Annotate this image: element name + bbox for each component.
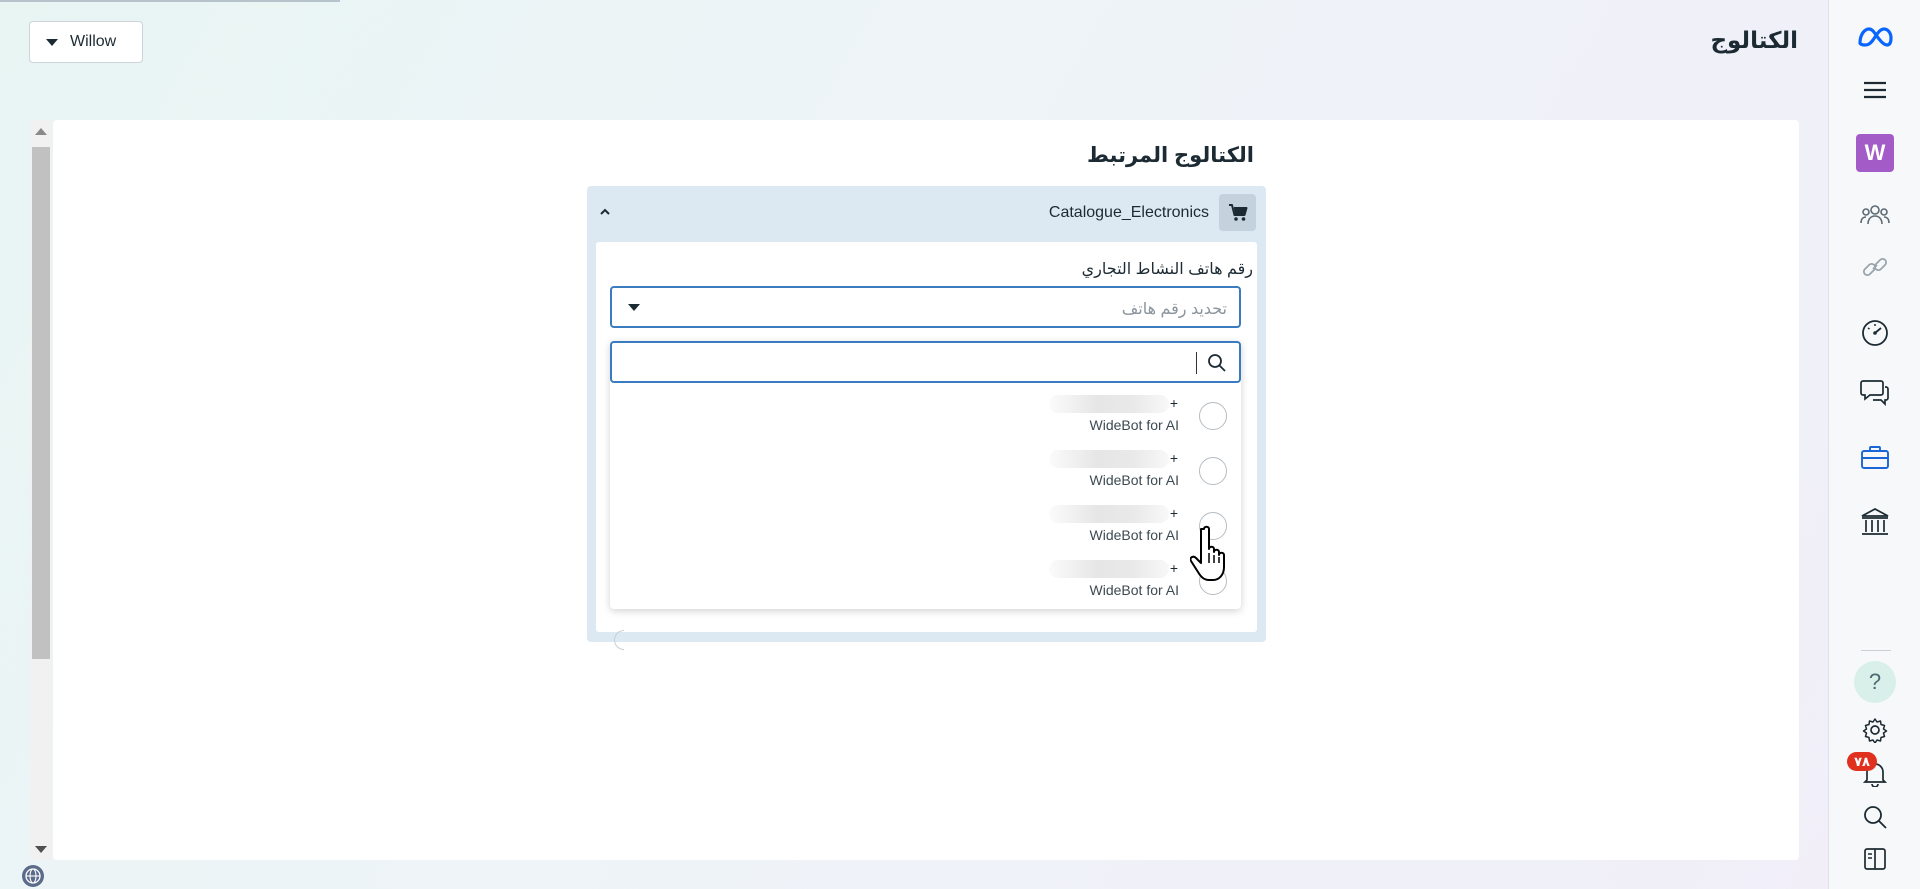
scroll-down-arrow[interactable] (35, 846, 47, 853)
notification-badge: ٧٨ (1847, 752, 1877, 771)
help-icon[interactable]: ? (1829, 660, 1920, 704)
phone-option[interactable]: + WideBot for AI (610, 389, 1241, 444)
account-avatar[interactable]: W (1829, 131, 1920, 175)
help-circle: ? (1854, 661, 1896, 703)
caret-down-icon (46, 38, 58, 46)
phone-prefix: + (1169, 505, 1178, 521)
section-title: الكتالوج المرتبط (1087, 144, 1254, 167)
search-icon (1208, 354, 1226, 372)
text-cursor (1196, 352, 1197, 374)
catalog-panel: Catalogue_Electronics رقم هاتف النشاط ال… (587, 186, 1266, 650)
catalog-name: Catalogue_Electronics (1048, 204, 1209, 221)
avatar-letter: W (1856, 134, 1894, 172)
phone-dropdown-menu: + WideBot for AI + WideBot for AI + Wide… (610, 341, 1241, 609)
business-name: WideBot for AI (1089, 527, 1179, 543)
main-content-card: الكتالوج المرتبط Catalogue_Electronics ر… (53, 120, 1799, 860)
phone-select-placeholder: تحديد رقم هاتف (1121, 301, 1227, 318)
sidebar-divider (1861, 650, 1891, 651)
phone-option[interactable]: + WideBot for AI (610, 499, 1241, 554)
phone-prefix: + (1169, 450, 1178, 466)
catalog-header[interactable]: Catalogue_Electronics (587, 186, 1266, 240)
panel-toggle-icon[interactable] (1829, 837, 1920, 881)
bell-icon[interactable]: ٧٨ (1829, 752, 1920, 796)
account-name: Willow (70, 33, 117, 50)
dropdown-search-box[interactable] (610, 341, 1241, 383)
account-switcher-button[interactable]: Willow (29, 21, 143, 63)
search-icon[interactable] (1829, 795, 1920, 839)
globe-icon[interactable] (22, 865, 44, 887)
scroll-up-arrow[interactable] (35, 128, 47, 135)
cart-icon (1219, 194, 1256, 231)
phone-number-select[interactable]: تحديد رقم هاتف (610, 286, 1241, 328)
scrollbar[interactable] (30, 120, 52, 860)
gauge-icon[interactable] (1829, 311, 1920, 355)
business-name: WideBot for AI (1089, 582, 1179, 598)
option-radio[interactable] (1199, 457, 1227, 485)
dropdown-search-input[interactable] (620, 350, 1180, 376)
phone-prefix: + (1169, 395, 1178, 411)
meta-logo-icon[interactable] (1829, 15, 1920, 59)
link-icon[interactable] (1829, 245, 1920, 289)
hand-cursor-icon (1190, 525, 1225, 581)
people-icon[interactable] (1829, 193, 1920, 237)
option-radio[interactable] (1199, 402, 1227, 430)
chevron-up-icon[interactable] (599, 206, 611, 218)
phone-field-label: رقم هاتف النشاط التجاري (1081, 261, 1253, 278)
redacted-phone-number (1049, 395, 1169, 413)
menu-icon[interactable] (1829, 68, 1920, 112)
right-sidebar: W ? ٧٨ (1828, 0, 1920, 889)
partial-radio (614, 630, 624, 650)
phone-option[interactable]: + WideBot for AI (610, 444, 1241, 499)
redacted-phone-number (1049, 560, 1169, 578)
phone-prefix: + (1169, 560, 1178, 576)
redacted-phone-number (1049, 505, 1169, 523)
business-name: WideBot for AI (1089, 417, 1179, 433)
scroll-thumb[interactable] (32, 147, 50, 659)
settings-icon[interactable] (1829, 708, 1920, 752)
briefcase-icon[interactable] (1829, 435, 1920, 479)
caret-down-icon (628, 304, 640, 311)
phone-option[interactable]: + WideBot for AI (610, 554, 1241, 609)
chat-icon[interactable] (1829, 370, 1920, 414)
redacted-phone-number (1049, 450, 1169, 468)
business-name: WideBot for AI (1089, 472, 1179, 488)
bank-icon[interactable] (1829, 500, 1920, 544)
page-title: الكتالوج (1710, 27, 1798, 53)
loading-progress-bar (0, 0, 340, 2)
catalog-body: رقم هاتف النشاط التجاري تحديد رقم هاتف +… (596, 242, 1257, 650)
